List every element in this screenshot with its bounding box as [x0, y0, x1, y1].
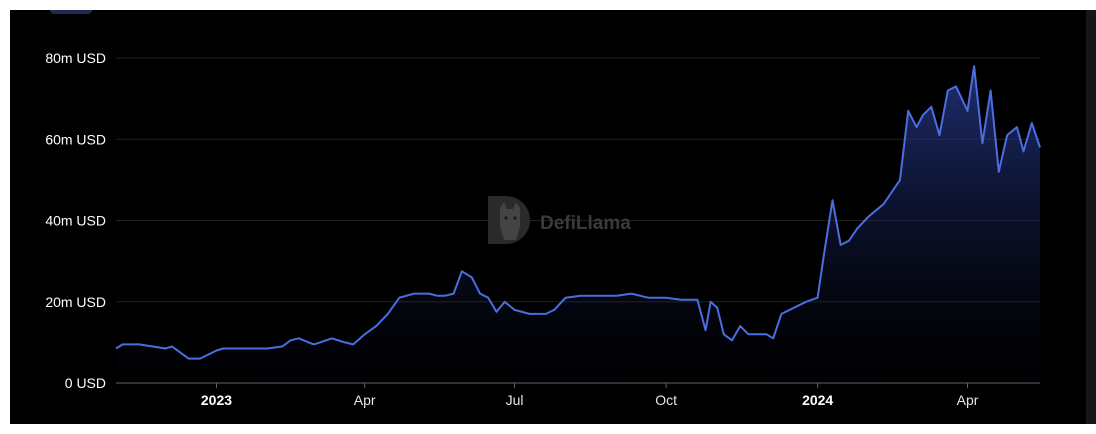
- x-tick-label: Apr: [354, 392, 376, 408]
- y-tick-label: 60m USD: [45, 131, 106, 147]
- llama-logo-icon: [488, 196, 530, 244]
- x-tick-label: 2023: [201, 392, 232, 408]
- x-tick-label: Oct: [655, 392, 677, 408]
- y-tick-label: 80m USD: [45, 50, 106, 66]
- y-tick-label: 0 USD: [65, 375, 106, 391]
- y-tick-label: 20m USD: [45, 294, 106, 310]
- chart-panel: DefiLlama 0 USD 20m USD 40m USD 60m USD 80m …: [10, 10, 1086, 424]
- scrollbar[interactable]: [1086, 10, 1096, 424]
- x-tick-label: Jul: [506, 392, 524, 408]
- defillama-watermark: DefiLlama: [488, 196, 631, 244]
- y-axis: 0 USD 20m USD 40m USD 60m USD 80m USD: [45, 50, 106, 391]
- y-tick-label: 40m USD: [45, 213, 106, 229]
- tvl-area-chart: DefiLlama 0 USD 20m USD 40m USD 60m USD 80m …: [45, 50, 1041, 408]
- watermark-text: DefiLlama: [540, 213, 631, 234]
- x-tick-label: 2024: [802, 392, 833, 408]
- x-tick-label: Apr: [957, 392, 979, 408]
- x-axis: 2023 Apr Jul Oct 2024 Apr: [201, 383, 979, 408]
